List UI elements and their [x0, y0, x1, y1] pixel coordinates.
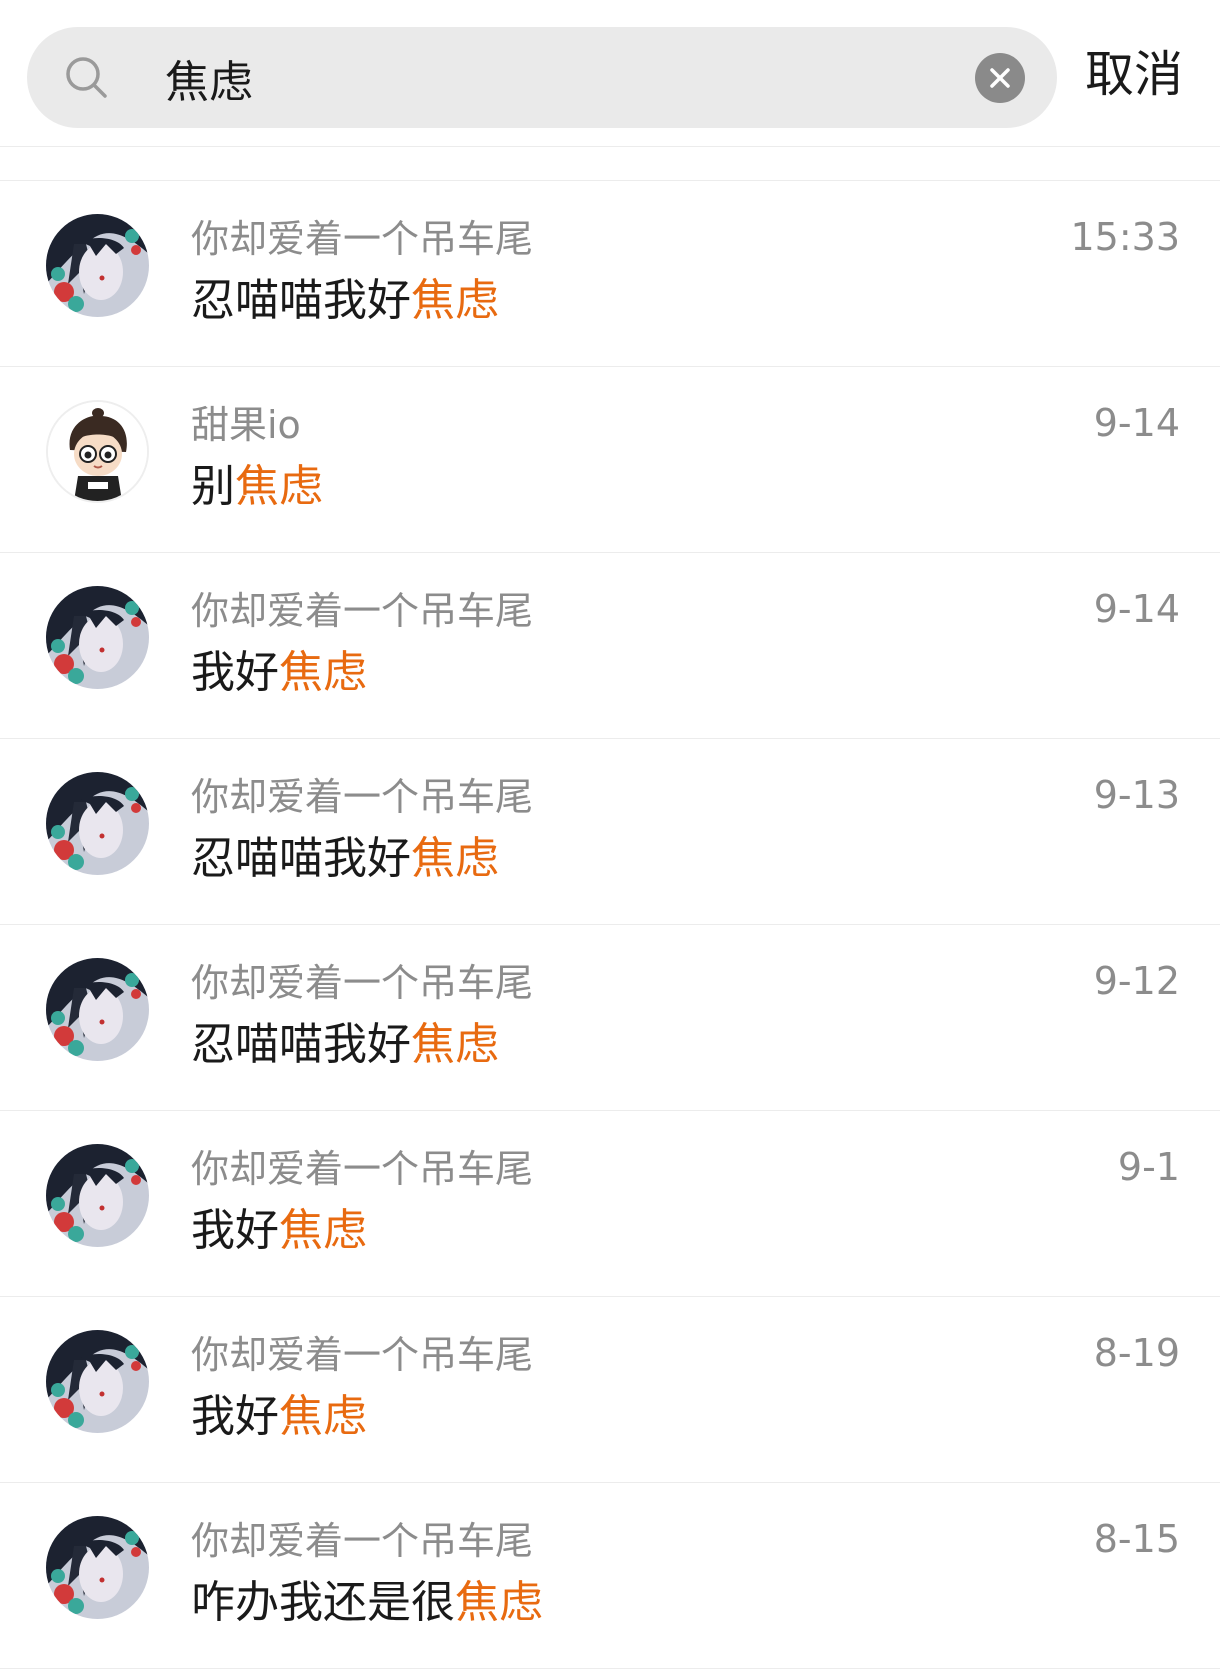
timestamp: 9-12 — [1093, 959, 1180, 1003]
sender-name: 甜果io — [191, 403, 301, 447]
avatar[interactable] — [46, 958, 149, 1061]
anime-avatar-icon — [46, 1330, 149, 1433]
message-text: 我好 — [191, 1391, 279, 1442]
message-text: 我好 — [191, 1205, 279, 1256]
anime-avatar-icon — [46, 586, 149, 689]
timestamp: 9-14 — [1093, 401, 1180, 445]
avatar[interactable] — [46, 586, 149, 689]
sender-name: 你却爱着一个吊车尾 — [191, 775, 534, 819]
search-icon — [63, 54, 111, 102]
search-match-highlight: 焦虑 — [411, 275, 499, 326]
search-header: 取消 — [0, 0, 1220, 147]
chat-result-item[interactable]: 你却爱着一个吊车尾 咋办我还是很焦虑 8-15 — [0, 1483, 1220, 1669]
avatar[interactable] — [46, 400, 149, 503]
sender-name: 你却爱着一个吊车尾 — [191, 1147, 534, 1191]
search-result-list: 你却爱着一个吊车尾 忍喵喵我好焦虑 15:33 甜果io 别焦虑 9-14 你却… — [0, 181, 1220, 1669]
message-preview: 别焦虑 — [191, 460, 323, 514]
avatar[interactable] — [46, 772, 149, 875]
anime-avatar-icon — [46, 214, 149, 317]
anime-avatar-icon — [46, 1144, 149, 1247]
chat-result-item[interactable]: 你却爱着一个吊车尾 忍喵喵我好焦虑 9-13 — [0, 739, 1220, 925]
search-match-highlight: 焦虑 — [455, 1577, 543, 1628]
chat-result-item[interactable]: 你却爱着一个吊车尾 我好焦虑 9-1 — [0, 1111, 1220, 1297]
message-preview: 忍喵喵我好焦虑 — [191, 1018, 499, 1072]
timestamp: 8-15 — [1093, 1517, 1180, 1561]
message-text: 忍喵喵我好 — [191, 275, 411, 326]
close-icon — [990, 68, 1010, 88]
chat-result-item[interactable]: 你却爱着一个吊车尾 忍喵喵我好焦虑 15:33 — [0, 181, 1220, 367]
sender-name: 你却爱着一个吊车尾 — [191, 1333, 534, 1377]
message-preview: 忍喵喵我好焦虑 — [191, 832, 499, 886]
avatar[interactable] — [46, 214, 149, 317]
message-text: 我好 — [191, 647, 279, 698]
message-preview: 忍喵喵我好焦虑 — [191, 274, 499, 328]
message-preview: 我好焦虑 — [191, 1390, 367, 1444]
message-text: 忍喵喵我好 — [191, 1019, 411, 1070]
message-text: 忍喵喵我好 — [191, 833, 411, 884]
message-text: 咋办我还是很 — [191, 1577, 455, 1628]
anime-avatar-icon — [46, 958, 149, 1061]
message-text: 别 — [191, 461, 235, 512]
search-match-highlight: 焦虑 — [235, 461, 323, 512]
message-preview: 我好焦虑 — [191, 1204, 367, 1258]
chat-result-item[interactable]: 你却爱着一个吊车尾 我好焦虑 8-19 — [0, 1297, 1220, 1483]
search-match-highlight: 焦虑 — [411, 1019, 499, 1070]
avatar[interactable] — [46, 1144, 149, 1247]
search-match-highlight: 焦虑 — [279, 1205, 367, 1256]
avatar[interactable] — [46, 1516, 149, 1619]
sender-name: 你却爱着一个吊车尾 — [191, 1519, 534, 1563]
message-preview: 我好焦虑 — [191, 646, 367, 700]
chat-result-item[interactable]: 你却爱着一个吊车尾 忍喵喵我好焦虑 9-12 — [0, 925, 1220, 1111]
sender-name: 你却爱着一个吊车尾 — [191, 589, 534, 633]
timestamp: 15:33 — [1070, 215, 1180, 259]
cancel-button[interactable]: 取消 — [1085, 44, 1183, 106]
search-input[interactable] — [165, 53, 945, 103]
clear-search-button[interactable] — [975, 53, 1025, 103]
anime-avatar-icon — [46, 772, 149, 875]
timestamp: 8-19 — [1093, 1331, 1180, 1375]
search-box[interactable] — [27, 27, 1057, 128]
sender-name: 你却爱着一个吊车尾 — [191, 217, 534, 261]
chat-result-item[interactable]: 甜果io 别焦虑 9-14 — [0, 367, 1220, 553]
cartoon-avatar-icon — [48, 402, 147, 501]
search-match-highlight: 焦虑 — [411, 833, 499, 884]
chat-result-item[interactable]: 你却爱着一个吊车尾 我好焦虑 9-14 — [0, 553, 1220, 739]
sender-name: 你却爱着一个吊车尾 — [191, 961, 534, 1005]
message-preview: 咋办我还是很焦虑 — [191, 1576, 543, 1630]
avatar[interactable] — [46, 1330, 149, 1433]
anime-avatar-icon — [46, 1516, 149, 1619]
search-match-highlight: 焦虑 — [279, 1391, 367, 1442]
timestamp: 9-14 — [1093, 587, 1180, 631]
search-match-highlight: 焦虑 — [279, 647, 367, 698]
timestamp: 9-1 — [1117, 1145, 1180, 1189]
timestamp: 9-13 — [1093, 773, 1180, 817]
